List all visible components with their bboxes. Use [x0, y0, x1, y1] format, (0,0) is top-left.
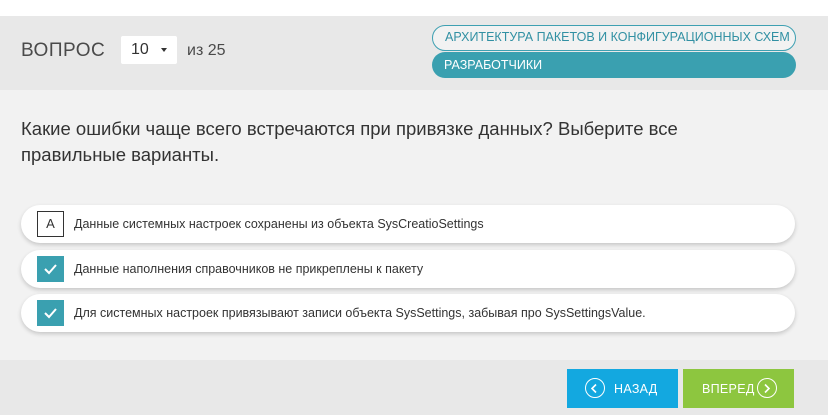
category-tag-developers: РАЗРАБОТЧИКИ: [432, 52, 796, 78]
check-icon: [44, 264, 57, 275]
question-total: из 25: [187, 42, 226, 59]
answer-marker: A: [37, 211, 64, 237]
caret-down-icon: [161, 48, 167, 52]
question-number-value: 10: [131, 41, 149, 58]
top-strip: [0, 0, 828, 16]
question-label: ВОПРОС: [21, 40, 106, 61]
answer-checkbox-checked[interactable]: [37, 300, 64, 326]
chevron-left-icon: [585, 378, 605, 398]
answer-option-b[interactable]: Данные наполнения справочников не прикре…: [21, 250, 795, 288]
answer-option-a[interactable]: A Данные системных настроек сохранены из…: [21, 205, 795, 243]
answer-checkbox-checked[interactable]: [37, 256, 64, 282]
question-number-select[interactable]: 10: [121, 36, 177, 64]
question-text: Какие ошибки чаще всего встречаются при …: [21, 118, 678, 165]
answer-text: Для системных настроек привязывают запис…: [74, 306, 646, 320]
answer-text: Данные системных настроек сохранены из о…: [74, 217, 484, 231]
back-button-label: НАЗАД: [614, 382, 658, 396]
chevron-right-icon: [757, 378, 777, 398]
answer-option-c[interactable]: Для системных настроек привязывают запис…: [21, 294, 795, 332]
answer-text: Данные наполнения справочников не прикре…: [74, 262, 424, 276]
question-header: ВОПРОС 10 из 25 АРХИТЕКТУРА ПАКЕТОВ И КО…: [0, 16, 828, 90]
category-tag-architecture: АРХИТЕКТУРА ПАКЕТОВ И КОНФИГУРАЦИОННЫХ С…: [432, 25, 796, 51]
next-button[interactable]: ВПЕРЕД: [683, 369, 794, 408]
next-button-label: ВПЕРЕД: [702, 382, 755, 396]
check-icon: [44, 308, 57, 319]
navigation-footer: НАЗАД ВПЕРЕД: [0, 360, 828, 415]
back-button[interactable]: НАЗАД: [567, 369, 678, 408]
